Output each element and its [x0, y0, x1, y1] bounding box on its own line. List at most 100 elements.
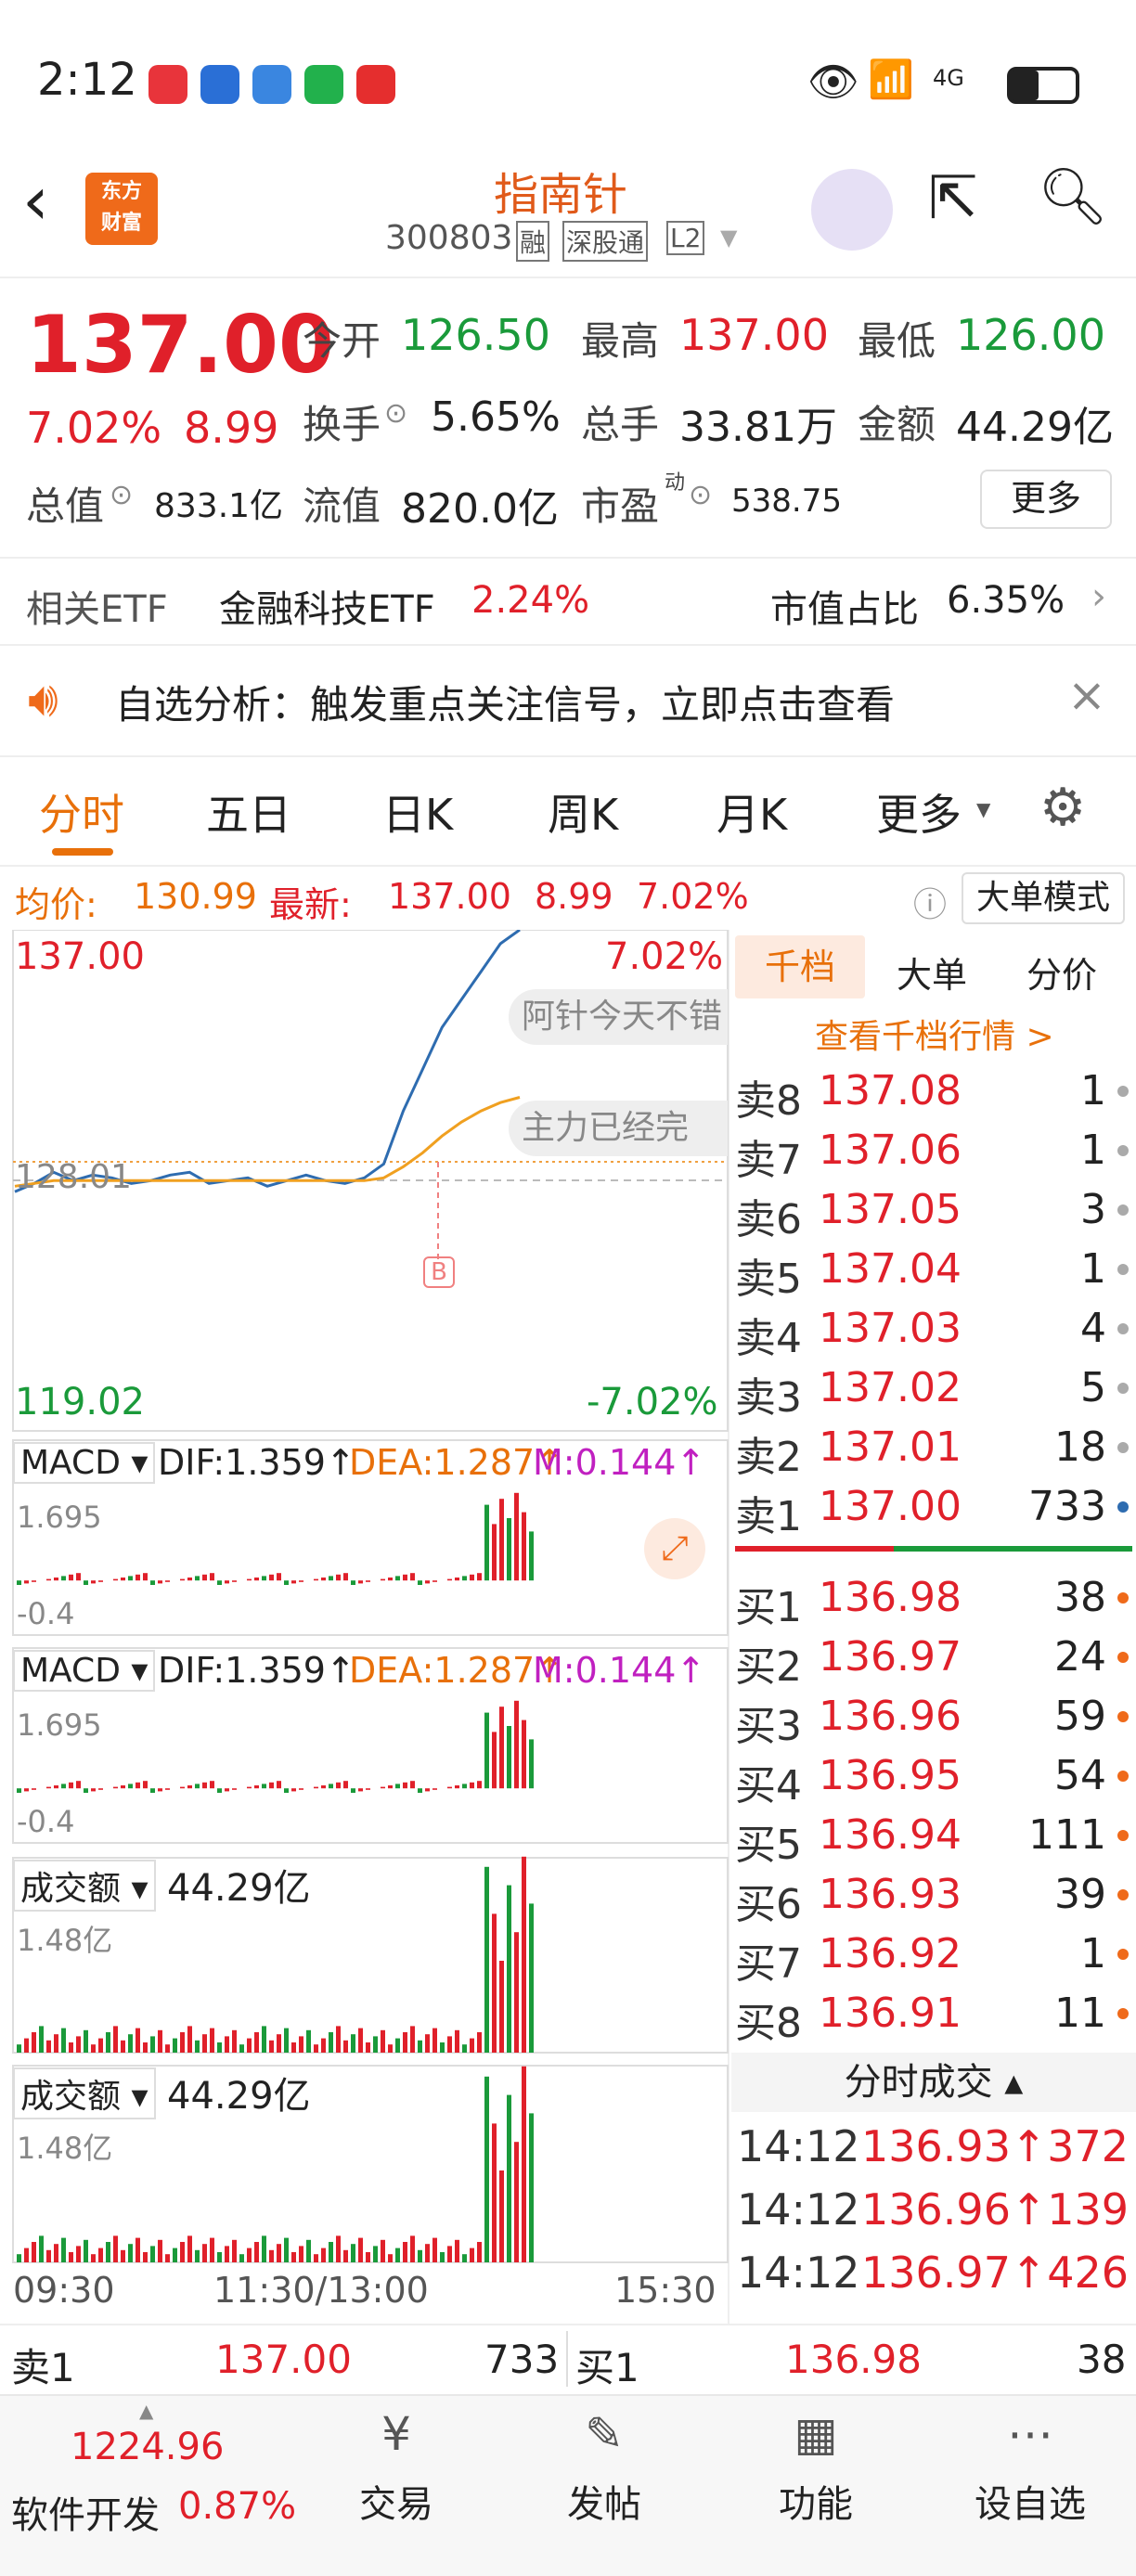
annotation-bubble[interactable]: 主力已经完 — [509, 1101, 728, 1156]
bid-row[interactable]: 买1 136.98 38 — [731, 1570, 1136, 1631]
volume-bar — [403, 2032, 407, 2053]
dropdown-icon[interactable]: ▼ — [720, 225, 737, 251]
bid-row[interactable]: 买3 136.96 59 — [731, 1689, 1136, 1750]
volume-bar — [358, 2028, 363, 2053]
macd-bar — [321, 1578, 326, 1581]
share-icon[interactable]: ⇱ — [928, 169, 978, 228]
macd-bar — [232, 1788, 237, 1790]
book-tab-1000[interactable]: 千档 — [735, 935, 865, 998]
volume-selector[interactable]: 成交额 ▾ — [13, 1860, 156, 1912]
tab-monthly[interactable]: 月K — [716, 781, 787, 843]
book-tab-big[interactable]: 大单 — [897, 947, 967, 998]
volume-bar — [46, 2249, 51, 2262]
volume-bar — [225, 2036, 229, 2053]
status-time: 2:12 — [37, 54, 137, 106]
bid-row[interactable]: 买2 136.97 24 — [731, 1629, 1136, 1691]
volume-bar — [321, 2248, 326, 2262]
volume-bar — [336, 2026, 341, 2053]
volume-bar — [113, 2235, 118, 2262]
ask-row[interactable]: 卖8 137.08 1 — [731, 1063, 1136, 1125]
expand-icon[interactable]: ⤢ — [644, 1518, 705, 1579]
buy-marker[interactable]: B — [423, 1256, 455, 1288]
book-tab-price[interactable]: 分价 — [1026, 947, 1097, 998]
volume-bar — [499, 1961, 504, 2053]
bottom-quote-row: 卖1 137.00 733 买1 136.98 38 — [0, 2324, 1136, 2390]
bid-row[interactable]: 买4 136.95 54 — [731, 1748, 1136, 1810]
volume-max: 1.48亿 — [17, 1923, 113, 1958]
tab-weekly[interactable]: 周K — [548, 781, 618, 843]
volume-selector[interactable]: 成交额 ▾ — [13, 2067, 156, 2119]
tab-5day[interactable]: 五日 — [206, 781, 291, 843]
macd-bar — [455, 1785, 459, 1789]
bid-row[interactable]: 买6 136.93 39 — [731, 1867, 1136, 1928]
intraday-chart[interactable]: 137.00 7.02% 128.01 119.02 -7.02% 阿针今天不错… — [0, 930, 729, 2324]
notice-bar[interactable]: 🔊︎ 自选分析：触发重点关注信号，立即点击查看 × — [0, 646, 1136, 757]
big-order-mode-button[interactable]: 大单模式 — [962, 872, 1125, 924]
macd-bar — [121, 1578, 125, 1581]
macd-bar — [69, 1782, 73, 1789]
macd-bar — [24, 1580, 29, 1584]
tab-intraday[interactable]: 分时 — [39, 781, 124, 843]
app-icon-3 — [252, 65, 291, 104]
volume-bar — [299, 2036, 303, 2053]
bid-row[interactable]: 买7 136.92 1 — [731, 1926, 1136, 1988]
robot-avatar[interactable] — [811, 169, 893, 251]
search-icon[interactable]: 🔍︎ — [1038, 169, 1108, 225]
tab-more[interactable]: 更多 — [876, 781, 962, 843]
macd-bar — [61, 1576, 66, 1581]
info-icon[interactable]: ⊙ — [384, 397, 407, 430]
help-icon[interactable]: ⓘ — [913, 878, 947, 926]
ask-row[interactable]: 卖3 137.02 5 — [731, 1360, 1136, 1422]
gear-icon[interactable]: ⚙ — [1039, 778, 1086, 838]
info-icon[interactable]: ⊙ — [689, 479, 712, 511]
volume-bar — [291, 2042, 296, 2053]
bid-row[interactable]: 买8 136.91 11 — [731, 1986, 1136, 2047]
ask-row[interactable]: 卖7 137.06 1 — [731, 1123, 1136, 1184]
nav-post[interactable]: ✎ 发帖 — [553, 2407, 655, 2528]
macd-bar — [291, 1788, 296, 1792]
tag-l2: L2 — [666, 221, 705, 255]
more-button[interactable]: 更多 — [980, 470, 1112, 529]
macd-bar — [165, 1788, 170, 1790]
macd-bar — [418, 1788, 422, 1793]
macd-bar — [358, 1788, 363, 1792]
macd-selector[interactable]: MACD ▾ — [13, 1650, 156, 1692]
volume-bar — [165, 2044, 170, 2053]
nav-trade[interactable]: ¥ 交易 — [345, 2407, 447, 2528]
macd-bar — [17, 1580, 21, 1585]
ticks-header[interactable]: 分时成交 ▴ — [731, 2053, 1136, 2112]
macd-bar — [150, 1788, 155, 1793]
annotation-bubble[interactable]: 阿针今天不错 — [509, 989, 728, 1045]
index-name[interactable]: 软件开发 — [11, 2485, 160, 2539]
ask-row[interactable]: 卖2 137.01 18 — [731, 1420, 1136, 1481]
macd-selector[interactable]: MACD ▾ — [13, 1442, 156, 1484]
book-link[interactable]: 查看千档行情 > — [815, 1010, 1054, 1058]
volume-bar — [477, 2242, 482, 2262]
tick-row: 14:12 136.96↑ 139 — [737, 2184, 1129, 2235]
macd-bar — [128, 1784, 133, 1789]
y-axis-top: 137.00 — [15, 935, 145, 978]
ask-row[interactable]: 卖4 137.03 4 — [731, 1301, 1136, 1362]
macd-bar — [432, 1580, 437, 1582]
turnover-value: 5.65% — [431, 393, 561, 441]
volume-bar — [210, 2028, 214, 2053]
back-icon[interactable]: ‹ — [22, 167, 49, 234]
nav-watchlist[interactable]: ⋯ 设自选 — [965, 2407, 1095, 2528]
volume-bar — [447, 2036, 452, 2053]
volume-bar — [106, 2242, 110, 2262]
volume-bar — [432, 2237, 437, 2262]
ask-row[interactable]: 卖1 137.00 733 — [731, 1479, 1136, 1540]
index-pct: 0.87% — [178, 2485, 297, 2528]
ask-row[interactable]: 卖6 137.05 3 — [731, 1182, 1136, 1243]
tab-daily[interactable]: 日K — [382, 781, 453, 843]
nav-function[interactable]: ▦ 功能 — [765, 2407, 867, 2528]
volume-bar — [492, 1913, 497, 2053]
etf-row[interactable]: 相关ETF 金融科技ETF 2.24% 市值占比 6.35% › — [0, 557, 1136, 646]
close-icon[interactable]: × — [1067, 668, 1106, 722]
volume-bar — [210, 2237, 214, 2262]
info-icon[interactable]: ⊙ — [110, 479, 133, 511]
bid-row[interactable]: 买5 136.94 111 — [731, 1808, 1136, 1869]
ask-row[interactable]: 卖5 137.04 1 — [731, 1242, 1136, 1303]
index-value[interactable]: 1224.96 — [71, 2426, 224, 2468]
volume-bar — [351, 2244, 355, 2262]
